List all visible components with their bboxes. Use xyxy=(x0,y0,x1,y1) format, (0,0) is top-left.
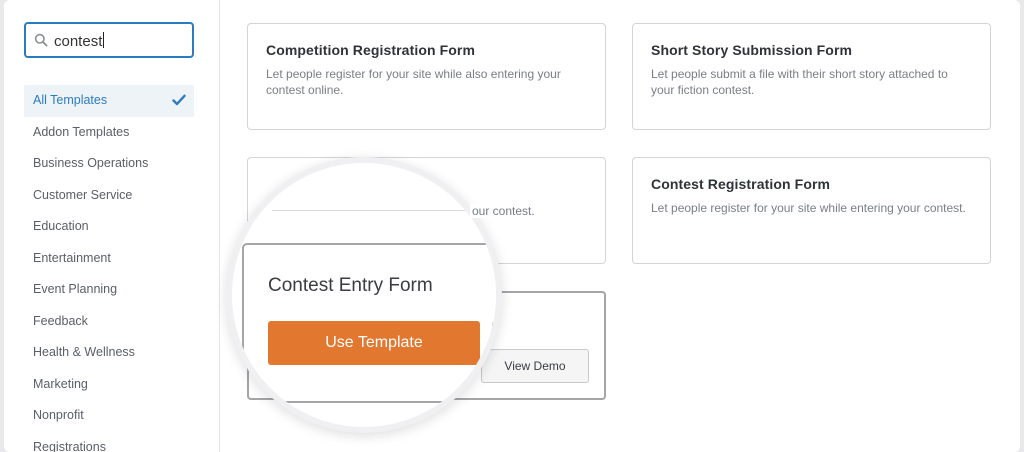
category-label: Nonprofit xyxy=(33,408,84,422)
category-education[interactable]: Education xyxy=(24,211,194,243)
checkmark-icon xyxy=(172,94,186,106)
use-template-button[interactable]: Use Template xyxy=(268,321,480,365)
category-addon-templates[interactable]: Addon Templates xyxy=(24,117,194,149)
category-label: Addon Templates xyxy=(33,124,130,139)
category-label: Registrations xyxy=(33,439,106,452)
template-card-contest-registration[interactable]: Contest Registration Form Let people reg… xyxy=(632,157,991,264)
template-description: Let people register for your site while … xyxy=(651,201,966,215)
template-description-fragment: our contest. xyxy=(470,204,535,218)
category-nonprofit[interactable]: Nonprofit xyxy=(24,400,194,432)
template-title: Contest Entry Form xyxy=(268,275,433,296)
category-label: Education xyxy=(33,219,89,233)
category-label: All Templates xyxy=(33,93,108,107)
template-card-short-story-submission[interactable]: Short Story Submission Form Let people s… xyxy=(632,23,991,130)
search-value: contest xyxy=(54,32,105,50)
sidebar: contest All Templates Addon Templates Bu… xyxy=(4,0,220,452)
template-description: Let people register for your site while … xyxy=(266,67,561,97)
magnified-title-fragment: E xyxy=(272,177,282,193)
category-label: Health & Wellness xyxy=(33,345,135,359)
magnifier-overlay: E Contest Entry Form Use Template xyxy=(226,157,502,433)
category-entertainment[interactable]: Entertainment xyxy=(24,243,194,275)
category-list: All Templates Addon Templates Business O… xyxy=(24,85,194,452)
magnified-view: E Contest Entry Form Use Template xyxy=(232,163,496,427)
template-picker-window: contest All Templates Addon Templates Bu… xyxy=(4,0,1020,452)
category-label: Business Operations xyxy=(33,156,149,170)
category-health-wellness[interactable]: Health & Wellness xyxy=(24,337,194,369)
category-label: Marketing xyxy=(33,376,88,391)
category-all-templates[interactable]: All Templates xyxy=(24,85,194,117)
template-card-competition-registration[interactable]: Competition Registration Form Let people… xyxy=(247,23,606,130)
category-customer-service[interactable]: Customer Service xyxy=(24,180,194,212)
category-label: Customer Service xyxy=(33,187,133,202)
category-label: Feedback xyxy=(33,313,88,328)
template-title: Competition Registration Form xyxy=(266,42,476,58)
category-marketing[interactable]: Marketing xyxy=(24,369,194,401)
magnified-template-card[interactable]: Contest Entry Form Use Template xyxy=(242,243,496,403)
search-icon xyxy=(34,33,48,47)
template-title: Contest Registration Form xyxy=(651,176,831,192)
card-border-edge xyxy=(272,210,492,211)
category-business-operations[interactable]: Business Operations xyxy=(24,148,194,180)
category-registrations[interactable]: Registrations xyxy=(24,432,194,452)
template-description: Let people submit a file with their shor… xyxy=(651,67,948,97)
template-title: Short Story Submission Form xyxy=(651,42,853,58)
category-event-planning[interactable]: Event Planning xyxy=(24,274,194,306)
view-demo-button[interactable]: View Demo xyxy=(481,349,589,383)
category-feedback[interactable]: Feedback xyxy=(24,306,194,338)
search-input[interactable]: contest xyxy=(24,22,194,58)
category-label: Entertainment xyxy=(33,250,111,265)
category-label: Event Planning xyxy=(33,282,118,296)
text-cursor xyxy=(103,32,105,48)
